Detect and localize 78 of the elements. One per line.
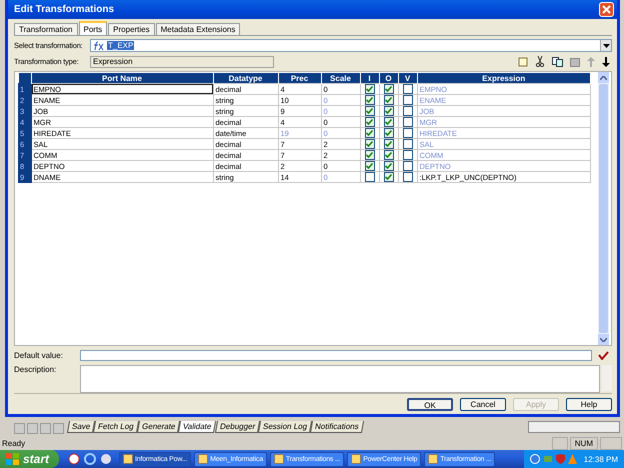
output-tab[interactable]: Generate <box>136 421 180 433</box>
app-icon <box>274 454 284 464</box>
default-value-field[interactable] <box>80 350 592 361</box>
checkbox[interactable] <box>364 106 374 116</box>
transformation-type-field: Expression <box>90 56 274 68</box>
output-tab[interactable]: Save <box>66 421 96 433</box>
checkbox[interactable] <box>402 84 412 94</box>
scroll-down-icon[interactable] <box>600 338 607 342</box>
checkbox[interactable] <box>402 128 412 138</box>
checkbox[interactable] <box>384 95 394 106</box>
checkbox[interactable] <box>402 117 412 128</box>
cut-icon[interactable] <box>535 56 545 67</box>
quick-launch-icon[interactable] <box>68 453 80 465</box>
checkbox[interactable] <box>384 139 394 150</box>
scroll-up-icon[interactable] <box>600 76 607 80</box>
checkbox[interactable] <box>384 150 394 160</box>
transformation-dropdown[interactable]: T_EXP <box>90 39 612 52</box>
checkbox[interactable] <box>384 128 394 138</box>
app-icon <box>351 454 362 464</box>
dialog-button[interactable]: OK <box>407 398 453 411</box>
browser-icon[interactable] <box>84 453 96 465</box>
move-down-icon[interactable] <box>602 56 610 66</box>
new-icon[interactable] <box>518 56 528 66</box>
copy-icon[interactable] <box>552 56 563 66</box>
output-tab[interactable]: Debugger <box>214 421 260 433</box>
checkbox[interactable] <box>384 117 394 128</box>
status-pane <box>552 437 568 450</box>
vertical-scrollbar[interactable] <box>598 72 609 345</box>
column-header[interactable]: Port Name <box>31 73 213 84</box>
dialog-button[interactable]: Help <box>566 398 612 411</box>
output-tab[interactable]: Fetch Log <box>93 421 139 433</box>
field-label: Default value: <box>14 351 64 360</box>
start-button[interactable]: start <box>0 450 60 468</box>
checkbox[interactable] <box>402 161 412 172</box>
checkbox[interactable] <box>402 106 412 116</box>
quick-launch-icon[interactable] <box>100 453 112 465</box>
checkbox[interactable] <box>364 95 374 106</box>
checkbox[interactable] <box>402 150 412 160</box>
checkbox[interactable] <box>384 106 394 116</box>
field-label: Description: <box>14 365 58 374</box>
output-tab[interactable]: Validate <box>178 421 217 433</box>
checkbox[interactable] <box>384 161 394 172</box>
checkbox[interactable] <box>364 84 374 94</box>
checkbox[interactable] <box>364 139 374 150</box>
windows-logo-icon <box>6 453 19 465</box>
tab[interactable]: Transformation <box>14 23 78 35</box>
tab[interactable]: Ports <box>78 21 108 35</box>
checkbox[interactable] <box>402 95 412 106</box>
column-header[interactable]: Expression <box>417 73 590 84</box>
checkbox[interactable] <box>364 150 374 160</box>
checkbox[interactable] <box>364 117 374 128</box>
tray-icon[interactable] <box>530 454 540 464</box>
clock: 12:38 PM <box>584 454 618 464</box>
app-icon <box>428 454 438 464</box>
paste-icon[interactable] <box>570 56 580 66</box>
function-icon <box>93 40 105 50</box>
window-title: Edit Transformations <box>14 4 114 15</box>
app-icon <box>123 454 134 464</box>
dialog-button[interactable]: Cancel <box>460 398 506 411</box>
checkbox[interactable] <box>364 128 374 138</box>
checkbox[interactable] <box>364 161 374 172</box>
close-button[interactable] <box>599 2 614 17</box>
status-text: Ready <box>2 439 26 448</box>
tab[interactable]: Properties <box>108 23 155 35</box>
status-indicator: NUM <box>570 437 598 450</box>
horizontal-scrollbar[interactable] <box>528 421 620 433</box>
output-tab[interactable]: Notifications <box>310 421 364 433</box>
description-field[interactable] <box>80 365 600 393</box>
checkbox[interactable] <box>402 139 412 150</box>
checkbox[interactable] <box>384 84 394 94</box>
tab[interactable]: Metadata Extensions <box>156 23 240 35</box>
validate-check-icon[interactable] <box>598 351 609 360</box>
output-tab[interactable]: Session Log <box>258 421 312 433</box>
app-icon <box>198 454 208 464</box>
status-pane <box>600 437 622 450</box>
checkbox[interactable] <box>384 172 394 182</box>
checkbox[interactable] <box>402 172 412 182</box>
checkbox[interactable] <box>364 172 374 182</box>
